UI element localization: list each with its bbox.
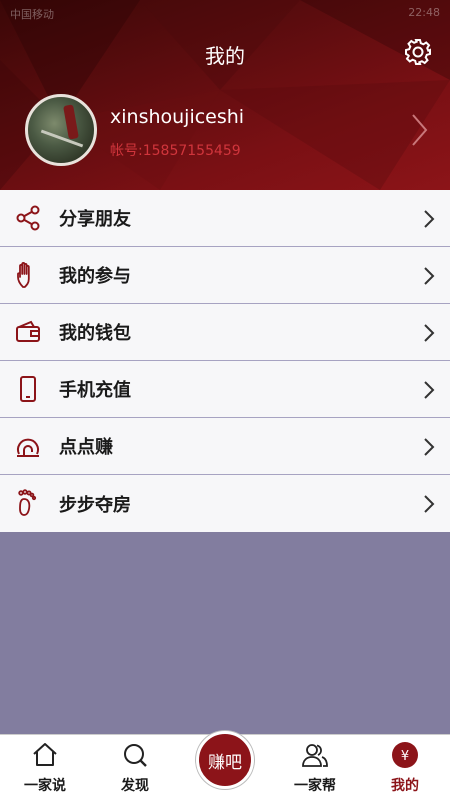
- menu-item-label: 分享朋友: [59, 209, 131, 230]
- menu-item-step-house[interactable]: 步步夺房: [0, 475, 450, 532]
- tab-discover[interactable]: 发现: [90, 735, 180, 800]
- user-name: xinshoujiceshi: [110, 106, 245, 128]
- tab-mine[interactable]: ¥ 我的: [360, 735, 450, 800]
- avatar-image-detail: [63, 104, 79, 140]
- users-icon: [302, 744, 328, 767]
- wallet-icon: [16, 320, 40, 342]
- menu-item-label: 步步夺房: [59, 494, 131, 516]
- menu-item-my-wallet[interactable]: 我的钱包: [0, 304, 450, 361]
- menu-item-share-friends[interactable]: 分享朋友: [0, 190, 450, 247]
- tab-label: 发现: [121, 778, 149, 794]
- menu-item-label: 点点赚: [59, 437, 113, 458]
- gear-icon: [405, 39, 431, 65]
- settings-button[interactable]: [402, 36, 434, 68]
- menu-item-label: 我的钱包: [59, 323, 131, 344]
- footprint-icon: [18, 489, 37, 516]
- earn-center-button[interactable]: 赚吧: [196, 731, 254, 789]
- menu-item-label: 手机充值: [59, 380, 131, 401]
- chevron-right-icon: [424, 495, 435, 513]
- hand-icon: [17, 261, 30, 288]
- chevron-right-icon: [424, 438, 435, 456]
- menu-item-my-participation[interactable]: 我的参与: [0, 247, 450, 304]
- account-number: 帐号:15857155459: [110, 143, 241, 159]
- yen-icon: ¥: [392, 742, 418, 768]
- svg-text:¥: ¥: [401, 749, 409, 764]
- clock-text: 22:48: [408, 6, 440, 19]
- chevron-right-icon: [424, 324, 435, 342]
- search-icon: [124, 744, 147, 767]
- tab-label: 一家帮: [294, 778, 336, 794]
- home-icon: [33, 743, 57, 766]
- share-icon: [16, 205, 40, 231]
- tab-label: 我的: [391, 778, 419, 794]
- menu-list: 分享朋友 我的参与 我的钱包 手机充值 点点赚 步步夺房: [0, 190, 450, 532]
- touch-icon: [17, 438, 39, 457]
- menu-item-phone-recharge[interactable]: 手机充值: [0, 361, 450, 418]
- carrier-text: 中国移动: [10, 8, 54, 21]
- chevron-right-icon: [424, 381, 435, 399]
- avatar[interactable]: [25, 94, 97, 166]
- tab-yijiashuo[interactable]: 一家说: [0, 735, 90, 800]
- profile-header: 中国移动 22:48 我的 xinshoujiceshi 帐号:15857155…: [0, 0, 450, 190]
- chevron-right-icon[interactable]: [410, 112, 430, 148]
- status-bar: 中国移动 22:48: [0, 0, 450, 26]
- menu-item-tap-earn[interactable]: 点点赚: [0, 418, 450, 475]
- page-title: 我的: [205, 44, 245, 68]
- tab-label: 一家说: [24, 778, 66, 794]
- chevron-right-icon: [424, 267, 435, 285]
- tab-yijiabang[interactable]: 一家帮: [270, 735, 360, 800]
- menu-item-label: 我的参与: [59, 266, 131, 287]
- phone-icon: [20, 376, 36, 402]
- chevron-right-icon: [424, 210, 435, 228]
